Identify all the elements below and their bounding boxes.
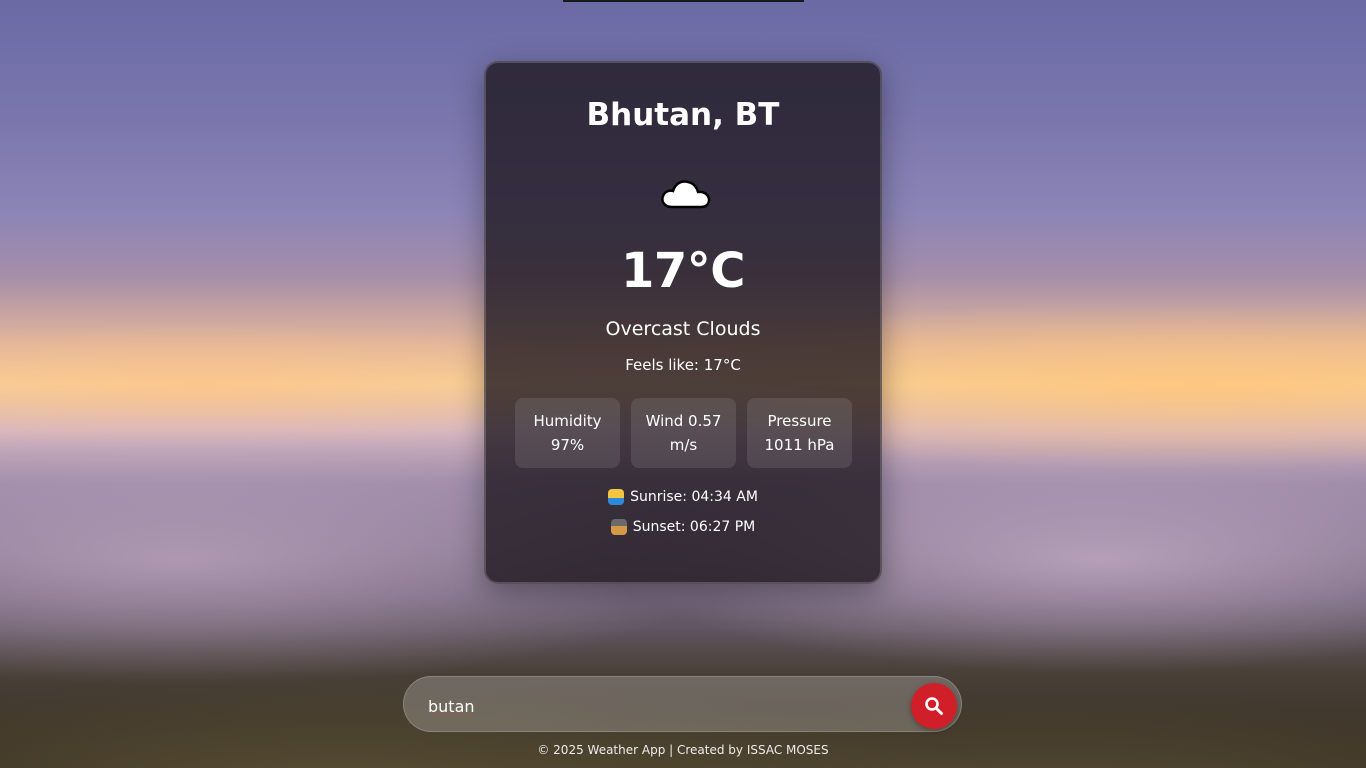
sunrise-row: Sunrise: 04:34 AM [486, 489, 880, 505]
pressure-label: Pressure [767, 412, 832, 430]
sunset-time: Sunset: 06:27 PM [632, 519, 756, 535]
search-bar [403, 676, 962, 732]
temperature: 17°C [620, 243, 746, 299]
top-bar [563, 0, 804, 2]
wind-label: Wind 0.57 [645, 412, 722, 430]
search-icon [925, 697, 943, 715]
search-button[interactable] [911, 683, 957, 729]
cloud-icon [661, 180, 711, 209]
feels-like: Feels like: 17°C [625, 356, 741, 374]
footer-credit: © 2025 Weather App | Created by ISSAC MO… [537, 743, 829, 757]
wind-value: m/s [669, 436, 698, 454]
humidity-box: Humidity 97% [515, 398, 620, 468]
weather-card: Bhutan, BT 17°C Overcast Clouds Feels li… [484, 61, 882, 584]
pressure-value: 1011 hPa [764, 436, 835, 454]
humidity-value: 97% [550, 436, 585, 454]
sunset-icon [610, 519, 627, 535]
search-input[interactable] [426, 691, 900, 721]
sunrise-time: Sunrise: 04:34 AM [630, 489, 758, 505]
location-title: Bhutan, BT [586, 97, 780, 133]
pressure-box: Pressure 1011 hPa [747, 398, 852, 468]
weather-stats: Humidity 97% Wind 0.57 m/s Pressure 1011… [515, 398, 853, 468]
sunrise-icon [608, 489, 625, 505]
wind-box: Wind 0.57 m/s [631, 398, 736, 468]
sunset-row: Sunset: 06:27 PM [486, 519, 880, 535]
weather-description: Overcast Clouds [605, 318, 761, 340]
humidity-label: Humidity [533, 412, 602, 430]
